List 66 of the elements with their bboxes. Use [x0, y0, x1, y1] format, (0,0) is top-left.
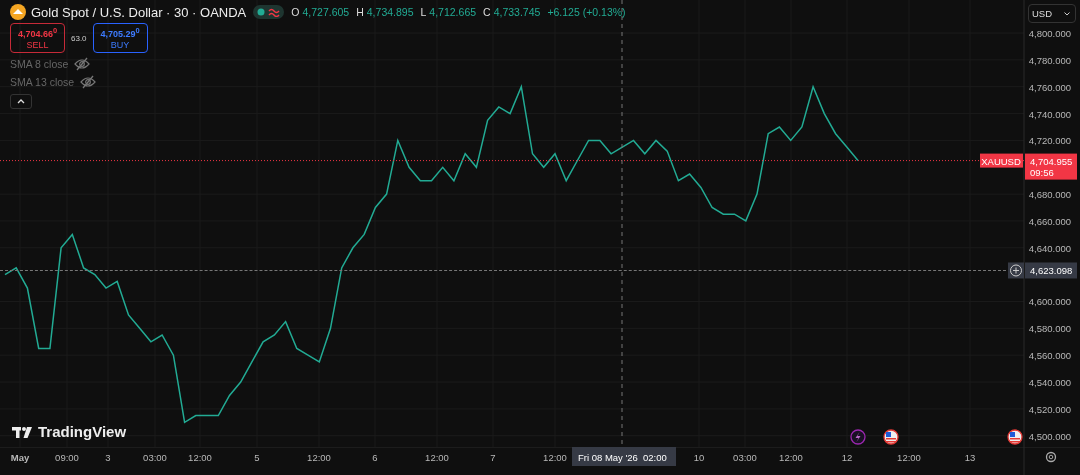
sell-button[interactable]: 4,704.66$^{0}$ SELL [10, 23, 65, 53]
indicator-label: SMA 13 close [10, 76, 75, 88]
logo-icon [12, 425, 34, 438]
symbol-tag: XAUUSD [980, 153, 1023, 168]
symbol-title: Gold Spot / U.S. Dollar · 30 · OANDA [31, 4, 247, 20]
price-change: +6.125 (+0.13%) [547, 6, 626, 18]
time-tick-label: 12:00 [543, 452, 567, 463]
price-tick-label: 4,600.000 [1028, 296, 1071, 308]
crosshair-time-tag: Fri 08 May '26 02:00 [572, 447, 676, 466]
eye-off-icon[interactable] [74, 57, 91, 71]
brand-name: TradingView [38, 423, 127, 440]
ohlc-key: H [356, 6, 364, 18]
chevron-icon [1064, 11, 1070, 16]
price-tick-label: 4,500.000 [1028, 430, 1071, 442]
ohlc-value: 4,734.895 [366, 6, 414, 18]
time-tick-label: 03:00 [733, 452, 757, 463]
coin-icon [10, 4, 26, 20]
ohlc-key: O [291, 6, 300, 18]
price-tick-label: 4,640.000 [1028, 242, 1071, 254]
time-tick-label: 12 [841, 452, 853, 463]
time-tick-label: 12:00 [897, 452, 921, 463]
price-tick-label: 4,740.000 [1028, 108, 1071, 120]
time-tick-label: 10 [693, 452, 705, 463]
flag-event-icon[interactable] [883, 429, 899, 445]
ohlc-value: 4,727.605 [302, 6, 350, 18]
eye-off-icon[interactable] [80, 75, 97, 89]
ohlc-key: L [420, 6, 427, 18]
time-tick-label: May [10, 452, 30, 463]
price-tick-label: 4,660.000 [1028, 215, 1071, 227]
time-tick-label: 7 [490, 452, 496, 463]
ohlc-key: C [483, 6, 491, 18]
ohlc-value: 4,733.745 [493, 6, 541, 18]
time-tick-label: 5 [254, 452, 260, 463]
wave-icon [268, 7, 281, 17]
time-tick-label: 12:00 [779, 452, 803, 463]
price-tick-label: 4,760.000 [1028, 81, 1071, 93]
currency-dropdown[interactable]: USD [1028, 4, 1076, 23]
price-tick-label: 4,680.000 [1028, 189, 1071, 201]
price-tick-label: 4,780.000 [1028, 54, 1071, 66]
last-price-tag: 4,704.955 09:56 [1025, 153, 1077, 180]
market-status-badge[interactable] [253, 5, 285, 19]
time-tick-label: 13 [964, 452, 976, 463]
lightning-event-icon[interactable] [850, 429, 866, 445]
time-tick-label: 12:00 [307, 452, 331, 463]
ohlc-value: 4,712.665 [429, 6, 477, 18]
flag-event-icon[interactable] [1007, 429, 1023, 445]
indicator-label: SMA 8 close [10, 58, 69, 70]
time-tick-label: 6 [372, 452, 378, 463]
buy-button[interactable]: 4,705.29$^{0}$ BUY [92, 23, 148, 53]
price-tick-label: 4,520.000 [1028, 403, 1071, 415]
time-tick-label: 3 [105, 452, 111, 463]
price-tick-label: 4,560.000 [1028, 350, 1071, 362]
spread-value: 63.0 [71, 33, 87, 43]
crosshair-price-tag: 4,623.098 [1025, 262, 1077, 279]
price-tick-label: 4,540.000 [1028, 377, 1071, 389]
settings-icon[interactable] [1045, 451, 1057, 463]
price-tick-label: 4,720.000 [1028, 135, 1071, 147]
time-tick-label: 12:00 [188, 452, 212, 463]
collapse-button[interactable] [10, 94, 32, 109]
time-tick-label: 03:00 [143, 452, 167, 463]
time-tick-label: 12:00 [425, 452, 449, 463]
price-tick-label: 4,800.000 [1028, 28, 1071, 39]
caret-icon [17, 99, 25, 104]
time-tick-label: 09:00 [55, 452, 79, 463]
price-tick-label: 4,580.000 [1028, 323, 1071, 335]
add-alert-icon[interactable] [1008, 262, 1024, 279]
